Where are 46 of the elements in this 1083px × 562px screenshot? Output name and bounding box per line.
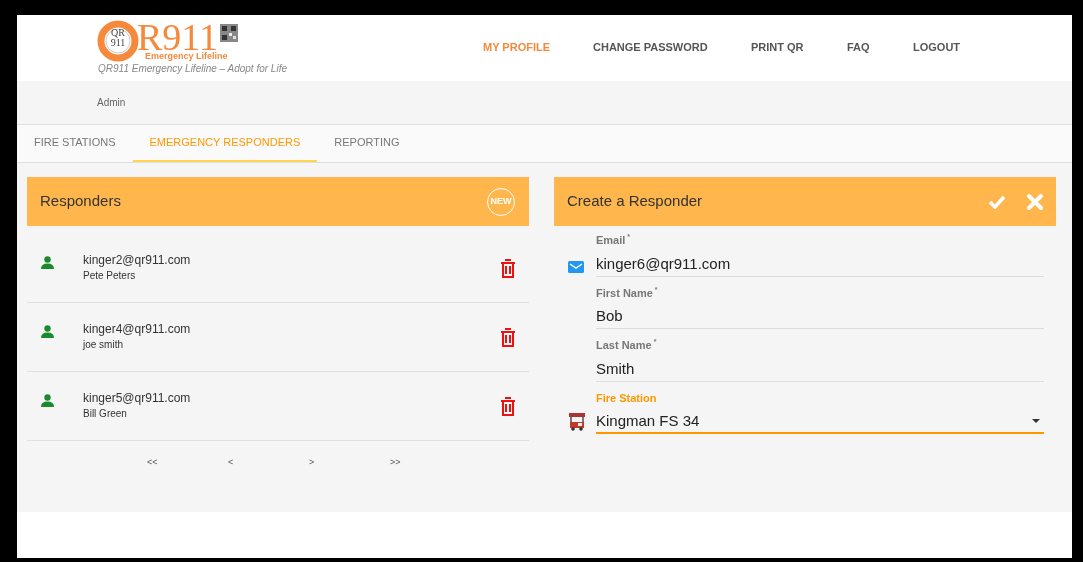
- nav-link[interactable]: LOGOUT: [913, 39, 993, 56]
- fire-truck-icon: [568, 413, 586, 431]
- dropdown-caret-icon: [1032, 419, 1040, 423]
- logo-text: QR: [111, 28, 125, 38]
- user-role: Admin: [97, 96, 126, 110]
- responder-name: Bill Green: [83, 407, 128, 421]
- pager-button[interactable]: <<: [147, 456, 228, 470]
- person-icon: [41, 393, 54, 407]
- responder-name: Pete Peters: [83, 269, 137, 283]
- qr-code-icon: [219, 24, 238, 42]
- pager-button[interactable]: >: [309, 456, 390, 470]
- check-icon[interactable]: [988, 194, 1006, 209]
- person-icon: [41, 324, 54, 338]
- field-label: Fire Station: [596, 390, 657, 406]
- list-row[interactable]: kinger5@qr911.com Bill Green: [27, 372, 529, 441]
- tab[interactable]: REPORTING: [317, 125, 417, 162]
- nav-link[interactable]: FAQ: [847, 39, 913, 56]
- person-icon: [41, 255, 54, 269]
- field-label: First Name: [596, 285, 653, 301]
- mail-icon: [568, 260, 584, 273]
- list-row[interactable]: kinger2@qr911.com Pete Peters: [27, 234, 529, 303]
- responder-name: joe smith: [83, 338, 124, 352]
- list-row[interactable]: kinger4@qr911.com joe smith: [27, 303, 529, 372]
- pager-button[interactable]: <: [228, 456, 309, 470]
- nav-link[interactable]: PRINT QR: [751, 39, 847, 56]
- logo-text: 911: [110, 38, 126, 48]
- select-field[interactable]: Kingman FS 34: [596, 410, 1044, 434]
- input-field[interactable]: kinger6@qr911.com: [596, 252, 1044, 277]
- field-label: Last Name: [596, 338, 652, 353]
- responder-email: kinger5@qr911.com: [83, 391, 192, 406]
- tab[interactable]: FIRE STATIONS: [17, 125, 133, 162]
- panel-title: Responders: [40, 191, 121, 212]
- input-field[interactable]: Smith: [596, 357, 1044, 382]
- nav-link[interactable]: CHANGE PASSWORD: [593, 39, 751, 56]
- input-field[interactable]: Bob: [596, 305, 1044, 329]
- logo-subtitle: Emergency Lifeline: [145, 51, 229, 61]
- responder-email: kinger2@qr911.com: [83, 253, 192, 268]
- responder-email: kinger4@qr911.com: [83, 322, 192, 337]
- trash-icon[interactable]: [500, 396, 516, 416]
- lifebuoy-icon: [97, 20, 139, 62]
- tagline: QR911 Emergency Lifeline – Adopt for Life: [98, 62, 287, 76]
- field-label: Email: [596, 233, 626, 248]
- trash-icon[interactable]: [500, 327, 516, 347]
- pager-button[interactable]: >>: [390, 456, 471, 470]
- trash-icon[interactable]: [500, 258, 516, 278]
- panel-title: Create a Responder: [567, 191, 703, 212]
